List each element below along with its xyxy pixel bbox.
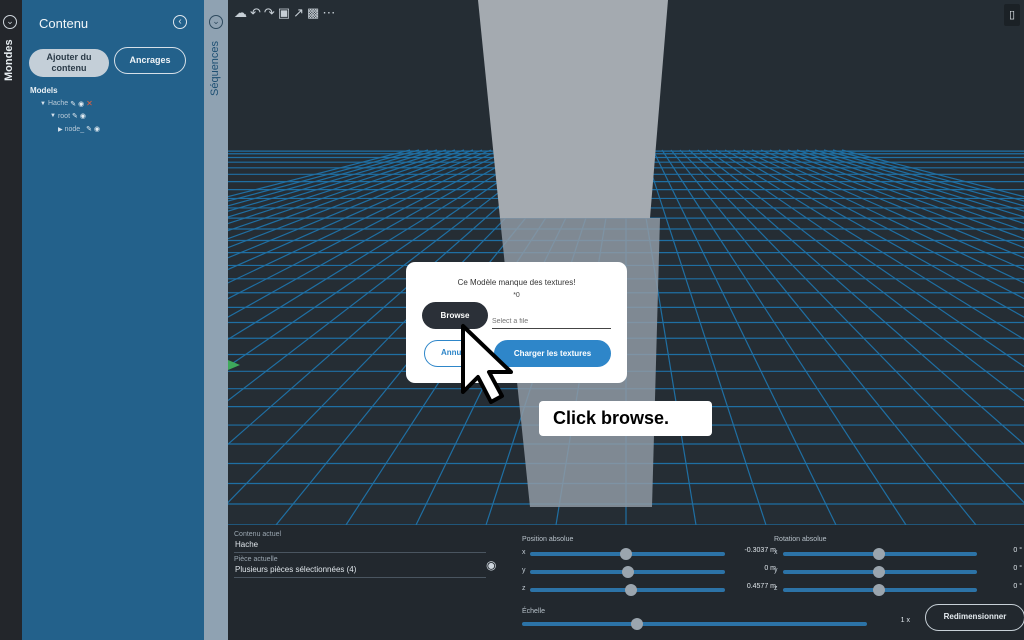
current-piece-label: Pièce actuelle	[234, 556, 278, 563]
grid-line	[814, 149, 1024, 212]
anchors-button[interactable]: Ancrages	[114, 47, 186, 74]
undo-icon[interactable]: ↶	[250, 5, 261, 21]
tree-item-label: node_	[64, 125, 85, 133]
grid-line	[823, 149, 1024, 207]
instruction-tooltip: Click browse.	[539, 401, 712, 436]
slider-handle[interactable]	[873, 548, 885, 560]
sequences-label[interactable]: Séquences	[209, 36, 221, 96]
chevron-down-icon[interactable]: ⌄	[209, 15, 223, 29]
axis-label: z	[522, 585, 526, 592]
tree-item-label: Hache	[47, 100, 69, 107]
eye-icon[interactable]: ◉	[94, 125, 100, 133]
caret-right-icon[interactable]: ▶	[58, 126, 63, 133]
scale-value[interactable]: 1 x	[874, 617, 910, 624]
worlds-label[interactable]: Mondes	[3, 36, 15, 81]
pencil-icon[interactable]: ✎	[70, 100, 76, 108]
axis-label: z	[774, 585, 778, 592]
tree-item[interactable]: ▶ node_ ✎ ◉	[58, 125, 100, 134]
focus-icon[interactable]: ▣	[278, 5, 290, 21]
divider	[234, 577, 486, 578]
grid-line	[228, 149, 429, 207]
phone-icon[interactable]: ▯	[1004, 4, 1020, 26]
slider-handle[interactable]	[873, 566, 885, 578]
position-z-value[interactable]: 0.4577 m	[728, 583, 776, 590]
pointer-cursor-icon	[461, 324, 513, 404]
cloud-icon[interactable]: ☁	[234, 5, 247, 21]
slider-handle[interactable]	[622, 566, 634, 578]
camera-icon[interactable]: ▩	[307, 5, 319, 21]
current-piece-value[interactable]: Plusieurs pièces sélectionnées (4)	[235, 565, 356, 574]
redo-icon[interactable]: ↷	[264, 5, 275, 21]
models-header: Models	[30, 86, 58, 95]
properties-panel: Contenu actuel Hache Pièce actuelle Plus…	[228, 525, 1024, 640]
scale-slider[interactable]	[522, 622, 867, 626]
rotation-y-value[interactable]: 0 °	[980, 565, 1022, 572]
dialog-title: Ce Modèle manque des textures!	[457, 278, 576, 287]
tree-item[interactable]: ▼ Hache ✎ ◉ ✕	[40, 99, 93, 108]
pencil-icon[interactable]: ✎	[72, 112, 78, 120]
close-icon[interactable]: ✕	[86, 99, 93, 108]
add-content-button[interactable]: Ajouter du contenu	[29, 49, 109, 77]
slider-handle[interactable]	[625, 584, 637, 596]
chevron-down-icon[interactable]: ⌄	[3, 15, 17, 29]
current-content-value: Hache	[235, 540, 259, 549]
eye-icon[interactable]: ◉	[486, 558, 496, 572]
caret-down-icon[interactable]: ▼	[40, 101, 46, 107]
more-icon[interactable]: ⋯	[322, 5, 335, 21]
rotation-label: Rotation absolue	[774, 536, 827, 543]
position-x-value[interactable]: -0.3037 m	[728, 547, 776, 554]
panel-title: Contenu	[39, 16, 89, 31]
eye-icon[interactable]: ◉	[78, 100, 84, 108]
chevron-left-icon[interactable]: ‹	[173, 15, 187, 29]
position-y-value[interactable]: 0 m	[728, 565, 776, 572]
position-label: Position absolue	[522, 536, 574, 543]
tree-item-label: root	[57, 112, 71, 120]
grid-line	[643, 149, 767, 525]
grid-line	[751, 149, 1024, 271]
grid-line	[760, 149, 1024, 259]
grid-line	[670, 149, 977, 525]
rotation-z-value[interactable]: 0 °	[980, 583, 1022, 590]
grid-line	[706, 149, 1024, 368]
divider	[234, 552, 486, 553]
worlds-rail: ⌄ Mondes	[0, 0, 22, 640]
grid-line	[688, 149, 1024, 446]
viewport-toolbar: ☁ ↶ ↷ ▣ ↗ ▩ ⋯	[234, 5, 335, 21]
slider-handle[interactable]	[873, 584, 885, 596]
scene-canvas	[228, 0, 1024, 525]
caret-down-icon[interactable]: ▼	[50, 113, 56, 119]
scale-label: Échelle	[522, 608, 545, 615]
slider-handle[interactable]	[620, 548, 632, 560]
eye-icon[interactable]: ◉	[80, 112, 86, 120]
axis-label: x	[522, 549, 526, 556]
share-icon[interactable]: ↗	[293, 5, 304, 21]
grid-line	[661, 149, 907, 525]
grid-line	[724, 149, 1024, 318]
sequences-strip: ⌄ Séquences	[204, 0, 228, 640]
resize-button[interactable]: Redimensionner	[925, 604, 1024, 631]
current-content-label: Contenu actuel	[234, 531, 282, 538]
axis-label: x	[774, 549, 778, 556]
content-panel: Contenu ‹ Ajouter du contenu Ancrages Mo…	[22, 0, 204, 640]
pencil-icon[interactable]: ✎	[86, 125, 92, 133]
model-beam-upper	[478, 0, 668, 218]
axis-label: y	[774, 567, 778, 574]
dialog-subtitle: *0	[513, 292, 520, 299]
origin-marker	[228, 360, 240, 370]
app-root: ⌄ Mondes Contenu ‹ Ajouter du contenu An…	[0, 0, 1024, 640]
tree-item[interactable]: ▼ root ✎ ◉	[50, 112, 86, 121]
slider-handle[interactable]	[631, 618, 643, 630]
rotation-x-value[interactable]: 0 °	[980, 547, 1022, 554]
axis-label: y	[522, 567, 526, 574]
3d-viewport[interactable]: ☁ ↶ ↷ ▣ ↗ ▩ ⋯ ▯	[228, 0, 1024, 525]
